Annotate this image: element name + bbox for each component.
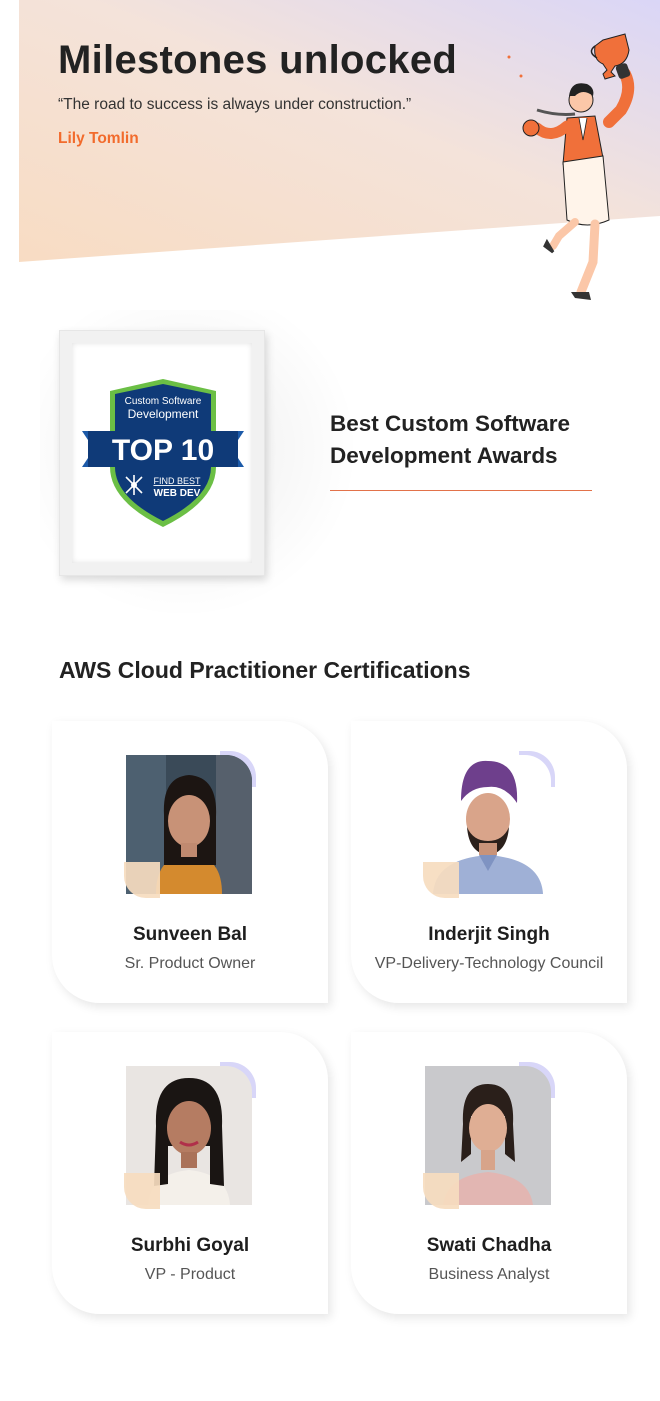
person-card: Surbhi Goyal VP - Product (52, 1032, 328, 1314)
badge-rank: TOP 10 (112, 434, 214, 467)
person-role: Business Analyst (428, 1266, 550, 1283)
person-card: Sunveen Bal Sr. Product Owner (52, 721, 328, 1003)
badge-brand-top: FIND BEST (153, 476, 201, 486)
award-title: Best Custom Software Development Awards (330, 408, 610, 472)
person-role: Sr. Product Owner (124, 955, 256, 972)
person-card: Inderjit Singh VP-Delivery-Technology Co… (351, 721, 627, 1003)
award-divider (330, 490, 592, 491)
award-frame-inner: Custom Software Development TOP 10 FIND … (72, 343, 252, 563)
avatar (124, 751, 256, 898)
person-name: Sunveen Bal (132, 924, 248, 945)
avatar (124, 1062, 256, 1209)
person-card: Swati Chadha Business Analyst (351, 1032, 627, 1314)
badge-brand-bottom: WEB DEV (154, 488, 201, 499)
hero-quote: “The road to success is always under con… (58, 96, 412, 113)
person-name: Inderjit Singh (428, 924, 550, 945)
person-role: VP - Product (144, 1266, 236, 1283)
avatar (423, 751, 555, 898)
award-title-line1: Best Custom Software (330, 411, 571, 436)
hero-banner: Milestones unlocked “The road to success… (19, 0, 660, 300)
person-name: Swati Chadha (426, 1235, 552, 1256)
certifications-title: AWS Cloud Practitioner Certifications (59, 657, 471, 683)
badge-line2: Development (128, 407, 199, 421)
person-role: VP-Delivery-Technology Council (374, 955, 604, 972)
trophy-celebrating-person-illustration (507, 33, 635, 300)
hero-title: Milestones unlocked (58, 38, 458, 82)
badge-line1: Custom Software (125, 396, 202, 407)
person-name: Surbhi Goyal (130, 1235, 250, 1256)
avatar (423, 1062, 555, 1209)
award-title-line2: Development Awards (330, 443, 558, 468)
top-10-badge: Custom Software Development TOP 10 FIND … (82, 379, 244, 527)
hero-quote-author: Lily Tomlin (58, 130, 139, 147)
award-frame: Custom Software Development TOP 10 FIND … (59, 330, 265, 576)
